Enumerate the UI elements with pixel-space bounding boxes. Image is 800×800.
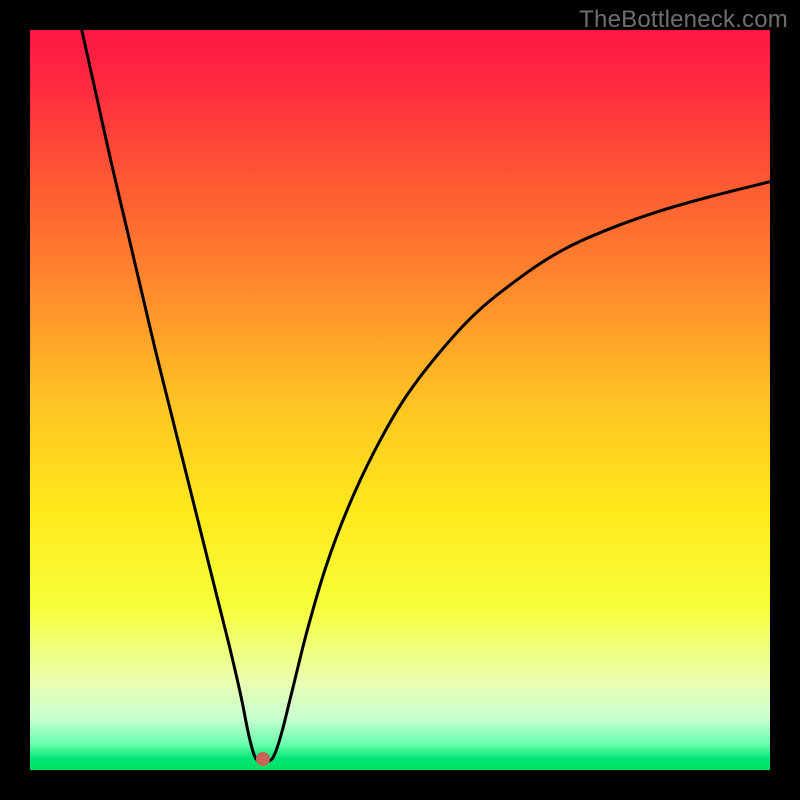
chart-frame <box>30 30 770 770</box>
optimal-point-marker <box>256 752 270 766</box>
gradient-background <box>30 30 770 770</box>
bottleneck-chart <box>30 30 770 770</box>
